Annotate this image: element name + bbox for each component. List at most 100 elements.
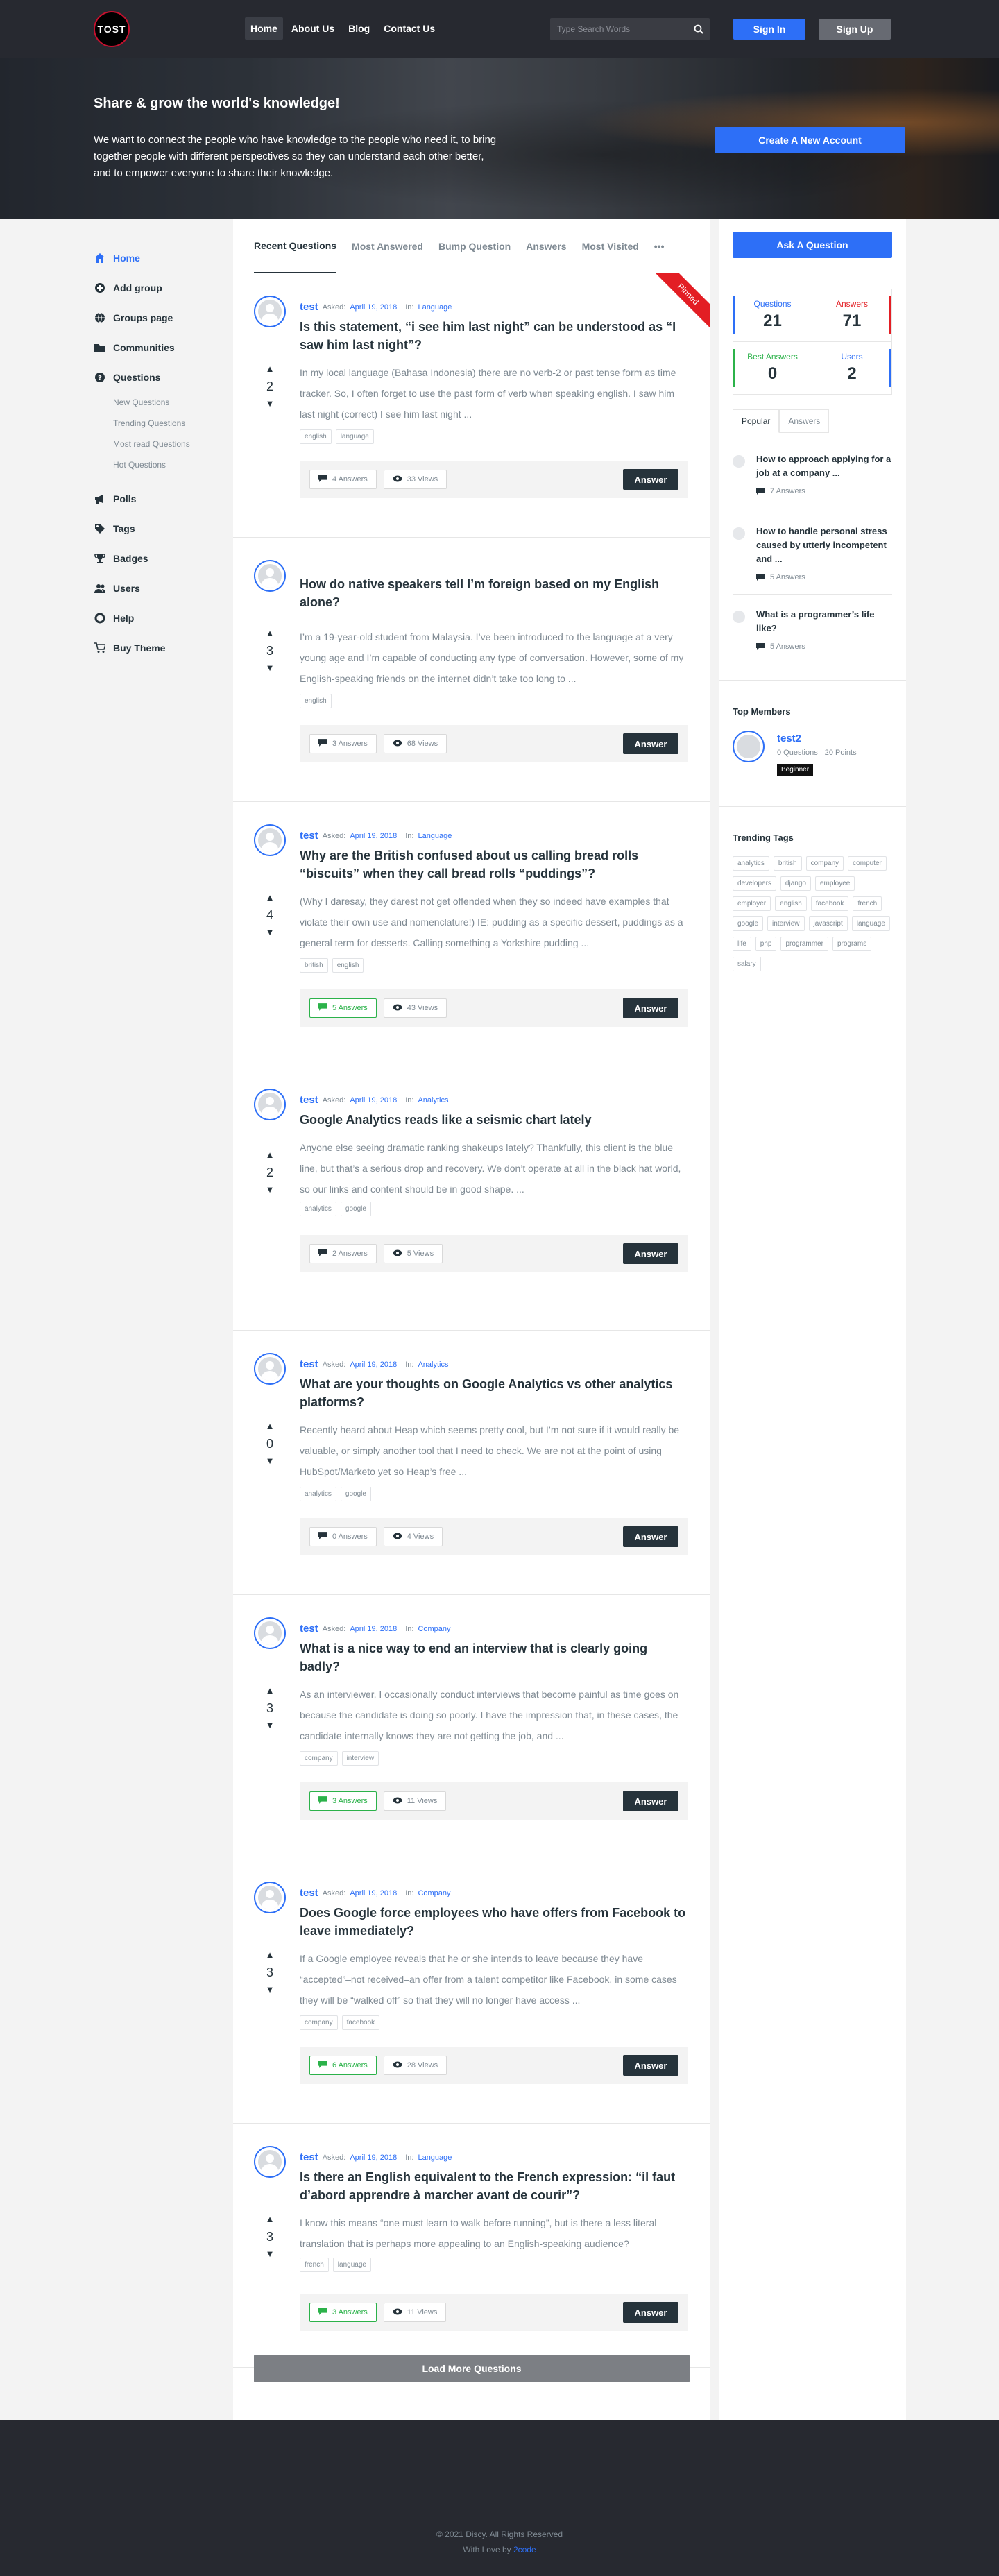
- question-title[interactable]: What are your thoughts on Google Analyti…: [300, 1375, 688, 1411]
- answer-button[interactable]: Answer: [623, 1791, 678, 1811]
- avatar[interactable]: [254, 296, 286, 327]
- header-search[interactable]: Type Search Words: [550, 18, 710, 40]
- trending-tag-chip[interactable]: django: [780, 876, 811, 891]
- question-title[interactable]: How do native speakers tell I’m foreign …: [300, 575, 688, 611]
- tab-recent-questions[interactable]: Recent Questions: [254, 219, 337, 273]
- tab-most-answered[interactable]: Most Answered: [352, 219, 423, 273]
- trending-tag-chip[interactable]: employee: [814, 876, 855, 891]
- popular-item-title[interactable]: How to handle personal stress caused by …: [756, 524, 892, 566]
- tag-chip[interactable]: english: [300, 429, 332, 444]
- avatar[interactable]: [254, 560, 286, 592]
- sidebar-sub-new-questions[interactable]: New Questions: [94, 392, 225, 413]
- member-avatar[interactable]: [733, 731, 765, 762]
- answer-button[interactable]: Answer: [623, 2302, 678, 2323]
- tag-chip[interactable]: analytics: [300, 1487, 336, 1501]
- trending-tag-chip[interactable]: computer: [848, 856, 887, 871]
- sidebar-item-groups-page[interactable]: Groups page: [94, 302, 225, 332]
- trending-tag-chip[interactable]: employer: [733, 896, 771, 911]
- avatar[interactable]: [254, 1353, 286, 1385]
- sidebar-sub-most-read-questions[interactable]: Most read Questions: [94, 434, 225, 454]
- answer-button[interactable]: Answer: [623, 469, 678, 490]
- tag-chip[interactable]: interview: [341, 1751, 379, 1766]
- question-date[interactable]: April 19, 2018: [350, 1096, 397, 1104]
- question-title[interactable]: Does Google force employees who have off…: [300, 1904, 688, 1940]
- vote-down-icon[interactable]: ▼: [259, 1183, 280, 1197]
- sidebar-item-questions[interactable]: ? Questions: [94, 362, 225, 392]
- answers-count-button[interactable]: 3 Answers: [309, 2303, 377, 2322]
- avatar[interactable]: [254, 1089, 286, 1120]
- tag-chip[interactable]: language: [332, 2258, 371, 2272]
- question-author[interactable]: test: [300, 1094, 318, 1106]
- answer-button[interactable]: Answer: [623, 998, 678, 1018]
- tag-chip[interactable]: british: [300, 958, 328, 973]
- answer-button[interactable]: Answer: [623, 1243, 678, 1264]
- popular-item-title[interactable]: What is a programmer’s life like?: [756, 608, 892, 636]
- tab-bump-question[interactable]: Bump Question: [438, 219, 511, 273]
- trending-tag-chip[interactable]: programmer: [780, 937, 828, 951]
- trending-tag-chip[interactable]: analytics: [733, 856, 769, 871]
- avatar[interactable]: [254, 1617, 286, 1649]
- vote-down-icon[interactable]: ▼: [259, 661, 280, 675]
- tab-answers[interactable]: Answers: [526, 219, 566, 273]
- trending-tag-chip[interactable]: javascript: [808, 916, 848, 931]
- tag-chip[interactable]: english: [300, 694, 332, 708]
- trending-tag-chip[interactable]: salary: [733, 957, 761, 971]
- site-logo[interactable]: TOST: [94, 11, 130, 47]
- question-author[interactable]: test: [300, 1623, 318, 1635]
- tag-chip[interactable]: french: [300, 2258, 329, 2272]
- sidebar-sub-hot-questions[interactable]: Hot Questions: [94, 454, 225, 475]
- question-category[interactable]: Analytics: [418, 1360, 448, 1369]
- popular-item[interactable]: How to approach applying for a job at a …: [733, 452, 892, 508]
- vote-down-icon[interactable]: ▼: [259, 1454, 280, 1468]
- sidebar-item-help[interactable]: Help: [94, 603, 225, 633]
- question-date[interactable]: April 19, 2018: [350, 1625, 397, 1633]
- question-category[interactable]: Company: [418, 1889, 450, 1897]
- answers-count-button[interactable]: 2 Answers: [309, 1244, 377, 1263]
- question-category[interactable]: Company: [418, 1625, 450, 1633]
- answers-count-button[interactable]: 3 Answers: [309, 1791, 377, 1811]
- trending-tag-chip[interactable]: google: [733, 916, 764, 931]
- vote-down-icon[interactable]: ▼: [259, 926, 280, 939]
- trending-tag-chip[interactable]: language: [851, 916, 890, 931]
- nav-blog[interactable]: Blog: [343, 17, 375, 40]
- sidebar-item-badges[interactable]: Badges: [94, 543, 225, 573]
- vote-down-icon[interactable]: ▼: [259, 397, 280, 411]
- sidebar-sub-trending-questions[interactable]: Trending Questions: [94, 413, 225, 434]
- tag-chip[interactable]: company: [300, 2015, 338, 2030]
- trending-tag-chip[interactable]: british: [773, 856, 802, 871]
- sidebar-item-users[interactable]: Users: [94, 573, 225, 603]
- vote-up-icon[interactable]: ▲: [259, 1148, 280, 1162]
- question-date[interactable]: April 19, 2018: [350, 303, 397, 312]
- vote-down-icon[interactable]: ▼: [259, 1718, 280, 1732]
- tab-popular-answers[interactable]: Answers: [779, 409, 830, 433]
- question-category[interactable]: Language: [418, 2153, 452, 2162]
- trending-tag-chip[interactable]: interview: [767, 916, 805, 931]
- ask-question-button[interactable]: Ask A Question: [733, 232, 892, 258]
- trending-tag-chip[interactable]: french: [853, 896, 882, 911]
- popular-item[interactable]: How to handle personal stress caused by …: [733, 524, 892, 581]
- trending-tag-chip[interactable]: english: [775, 896, 807, 911]
- answers-count-button[interactable]: 4 Answers: [309, 470, 377, 489]
- question-category[interactable]: Language: [418, 303, 452, 312]
- question-category[interactable]: Language: [418, 832, 452, 840]
- tag-chip[interactable]: language: [335, 429, 374, 444]
- trending-tag-chip[interactable]: developers: [733, 876, 776, 891]
- create-account-button[interactable]: Create A New Account: [715, 127, 905, 153]
- question-title[interactable]: Why are the British confused about us ca…: [300, 846, 688, 882]
- trending-tag-chip[interactable]: programs: [832, 937, 872, 951]
- answers-count-button[interactable]: 5 Answers: [309, 998, 377, 1018]
- vote-down-icon[interactable]: ▼: [259, 1983, 280, 1997]
- vote-up-icon[interactable]: ▲: [259, 2212, 280, 2226]
- sign-up-button[interactable]: Sign Up: [819, 19, 891, 40]
- question-date[interactable]: April 19, 2018: [350, 2153, 397, 2162]
- tag-chip[interactable]: facebook: [341, 2015, 380, 2030]
- question-title[interactable]: Is there an English equivalent to the Fr…: [300, 2168, 688, 2204]
- question-title[interactable]: Google Analytics reads like a seismic ch…: [300, 1111, 688, 1129]
- tag-chip[interactable]: english: [332, 958, 364, 973]
- answer-button[interactable]: Answer: [623, 2055, 678, 2076]
- question-date[interactable]: April 19, 2018: [350, 1360, 397, 1369]
- sidebar-item-tags[interactable]: Tags: [94, 513, 225, 543]
- vote-down-icon[interactable]: ▼: [259, 2247, 280, 2261]
- search-input[interactable]: Type Search Words: [550, 24, 688, 34]
- load-more-button[interactable]: Load More Questions: [254, 2355, 690, 2382]
